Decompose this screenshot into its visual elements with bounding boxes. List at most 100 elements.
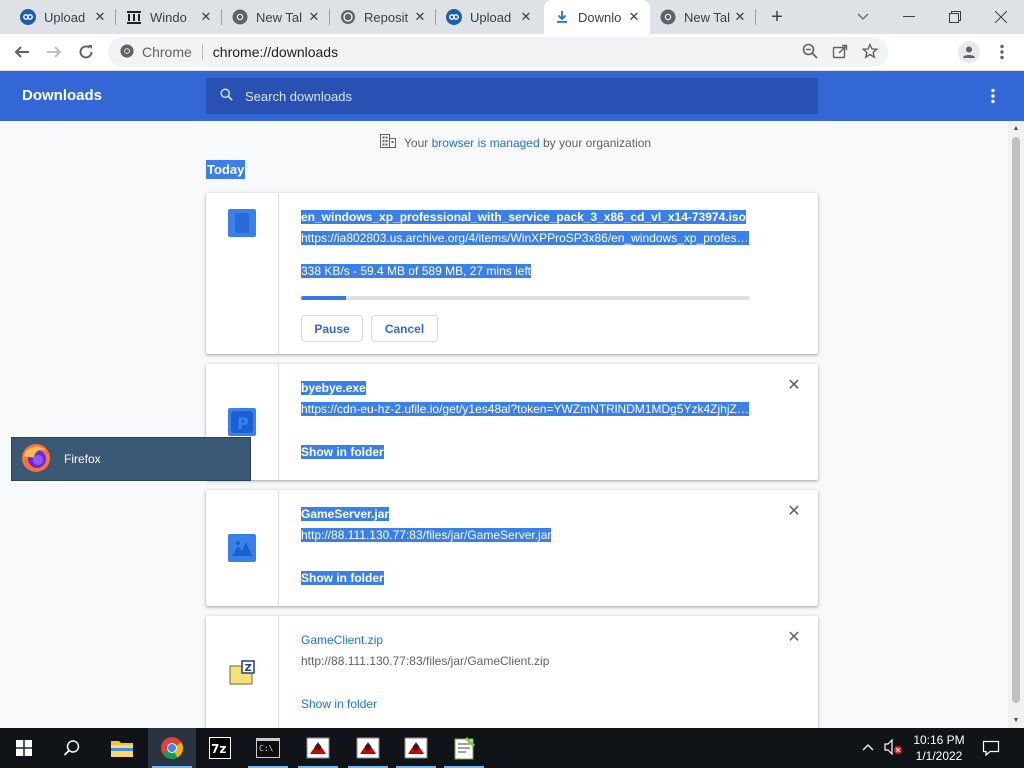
scroll-up-arrow-icon[interactable]: ▲ xyxy=(1012,125,1020,132)
download-item-iso: en_windows_xp_professional_with_service_… xyxy=(206,193,818,354)
file-name-link[interactable]: en_windows_xp_professional_with_service_… xyxy=(301,210,746,224)
zip-file-icon: Z xyxy=(228,660,256,688)
svg-text:C:\: C:\ xyxy=(259,744,274,753)
back-button[interactable] xyxy=(8,38,36,66)
file-name-link[interactable]: GameClient.zip xyxy=(301,633,383,647)
file-type-icon xyxy=(228,209,256,237)
tab-new-tab-2[interactable]: New Tal ✕ xyxy=(650,0,756,34)
cloud-upload-icon xyxy=(20,9,36,25)
address-bar[interactable]: Chrome chrome://downloads xyxy=(108,37,888,67)
tooltip-app-name: Firefox xyxy=(64,452,101,466)
forward-button[interactable] xyxy=(40,38,68,66)
building-icon xyxy=(380,134,396,151)
windows-start-icon[interactable] xyxy=(0,728,48,768)
tab-strip: Upload ✕ Windo ✕ New Tal ✕ Reposit ✕ Upl… xyxy=(0,0,1024,34)
close-tab-icon[interactable]: ✕ xyxy=(92,9,108,25)
taskbar-clock[interactable]: 10:16 PM 1/1/2022 xyxy=(906,732,972,764)
search-input[interactable] xyxy=(245,88,785,104)
tab-title: Reposit xyxy=(364,9,409,25)
scrollbar-thumb[interactable] xyxy=(1012,137,1020,703)
share-icon[interactable] xyxy=(832,43,848,63)
cancel-button[interactable]: Cancel xyxy=(371,315,438,342)
remove-item-icon[interactable]: ✕ xyxy=(786,504,802,520)
show-hidden-icons-chevron-icon[interactable] xyxy=(862,739,874,754)
new-tab-button[interactable]: + xyxy=(762,0,792,34)
source-url-link[interactable]: https://cdn-eu-hz-2.ufile.io/get/y1es48a… xyxy=(301,402,749,416)
managed-notice: Your browser is managed by your organiza… xyxy=(380,134,651,151)
taskbar-app-tooltip[interactable]: Firefox xyxy=(11,437,251,481)
managed-link[interactable]: browser is managed xyxy=(432,136,540,150)
clock-time: 10:16 PM xyxy=(913,733,965,747)
source-url-link[interactable]: https://ia802803.us.archive.org/4/items/… xyxy=(301,231,749,245)
show-in-folder-link[interactable]: Show in folder xyxy=(301,697,377,711)
close-tab-icon[interactable]: ✕ xyxy=(306,9,322,25)
tab-search-chevron-icon[interactable] xyxy=(840,0,886,34)
7zip-icon[interactable]: 7z xyxy=(196,728,244,768)
file-explorer-icon[interactable] xyxy=(98,728,146,768)
close-tab-icon[interactable]: ✕ xyxy=(626,9,642,25)
remove-item-icon[interactable]: ✕ xyxy=(786,378,802,394)
file-name-link[interactable]: GameServer.jar xyxy=(301,507,390,521)
tab-upload-2[interactable]: Upload ✕ xyxy=(436,0,542,34)
tab-title: Windo xyxy=(150,9,187,25)
download-item-zip: Z GameClient.zip http://88.111.130.77:83… xyxy=(206,616,818,728)
download-item-body: GameServer.jar http://88.111.130.77:83/f… xyxy=(301,506,758,545)
search-box[interactable] xyxy=(206,78,818,114)
notepad-plus-icon[interactable] xyxy=(440,728,488,768)
url-text[interactable]: chrome://downloads xyxy=(213,44,338,60)
profile-avatar-icon[interactable] xyxy=(958,41,980,63)
remove-item-icon[interactable]: ✕ xyxy=(786,630,802,646)
tab-windows[interactable]: Windo ✕ xyxy=(116,0,222,34)
show-in-folder-link[interactable]: Show in folder xyxy=(301,445,384,459)
search-icon[interactable] xyxy=(48,728,96,768)
file-type-icon xyxy=(228,534,256,562)
close-tab-icon[interactable]: ✕ xyxy=(518,9,534,25)
tab-title: Upload xyxy=(44,9,86,25)
show-in-folder-link[interactable]: Show in folder xyxy=(301,571,384,585)
omnibox-divider xyxy=(201,44,203,60)
java-icon[interactable] xyxy=(344,728,392,768)
source-url-link[interactable]: http://88.111.130.77:83/files/jar/GameSe… xyxy=(301,528,552,542)
reload-button[interactable] xyxy=(72,38,100,66)
browser-toolbar: Chrome chrome://downloads xyxy=(0,34,1024,71)
site-label: Chrome xyxy=(142,44,192,60)
download-icon xyxy=(554,9,570,25)
tab-upload-1[interactable]: Upload ✕ xyxy=(10,0,116,34)
volume-muted-icon[interactable] xyxy=(884,738,904,758)
source-url-link[interactable]: http://88.111.130.77:83/files/jar/GameCl… xyxy=(301,654,549,668)
zoom-icon[interactable] xyxy=(802,43,818,63)
close-tab-icon[interactable]: ✕ xyxy=(412,9,428,25)
search-icon xyxy=(220,88,233,104)
file-icon-column: Z xyxy=(206,616,279,728)
minimize-button[interactable] xyxy=(886,0,932,34)
chrome-menu-icon[interactable] xyxy=(994,40,1010,64)
tab-downloads[interactable]: Downlo ✕ xyxy=(544,0,650,34)
file-name-link[interactable]: byebye.exe xyxy=(301,381,366,395)
download-item-exe: P byebye.exe https://cdn-eu-hz-2.ufile.i… xyxy=(206,364,818,480)
globe-icon xyxy=(340,9,356,25)
svg-text:7z: 7z xyxy=(211,742,226,756)
pause-button[interactable]: Pause xyxy=(301,315,363,342)
command-prompt-icon[interactable]: C:\ xyxy=(244,728,292,768)
tab-repository[interactable]: Reposit ✕ xyxy=(330,0,436,34)
close-tab-icon[interactable]: ✕ xyxy=(732,9,748,25)
tab-new-tab-1[interactable]: New Tal ✕ xyxy=(222,0,330,34)
downloads-menu-icon[interactable] xyxy=(986,85,1000,107)
page-scrollbar[interactable]: ▲ ▼ xyxy=(1008,121,1024,728)
archive-building-icon xyxy=(126,9,142,25)
notification-center-icon[interactable] xyxy=(982,739,1000,760)
scroll-down-arrow-icon[interactable]: ▼ xyxy=(1012,717,1020,724)
download-item-body: GameClient.zip http://88.111.130.77:83/f… xyxy=(301,632,758,671)
windows-taskbar: 7z C:\ 10:16 PM 1/1/2022 xyxy=(0,728,1024,768)
restore-button[interactable] xyxy=(932,0,978,34)
chrome-icon[interactable] xyxy=(148,728,196,768)
file-icon-column xyxy=(206,193,279,354)
bookmark-star-icon[interactable] xyxy=(861,42,879,63)
java-icon[interactable] xyxy=(392,728,440,768)
close-tab-icon[interactable]: ✕ xyxy=(198,9,214,25)
java-icon[interactable] xyxy=(294,728,342,768)
tab-title: Downlo xyxy=(578,9,622,25)
close-window-button[interactable] xyxy=(978,0,1024,34)
svg-text:Z: Z xyxy=(245,663,252,674)
download-item-body: en_windows_xp_professional_with_service_… xyxy=(301,209,758,278)
